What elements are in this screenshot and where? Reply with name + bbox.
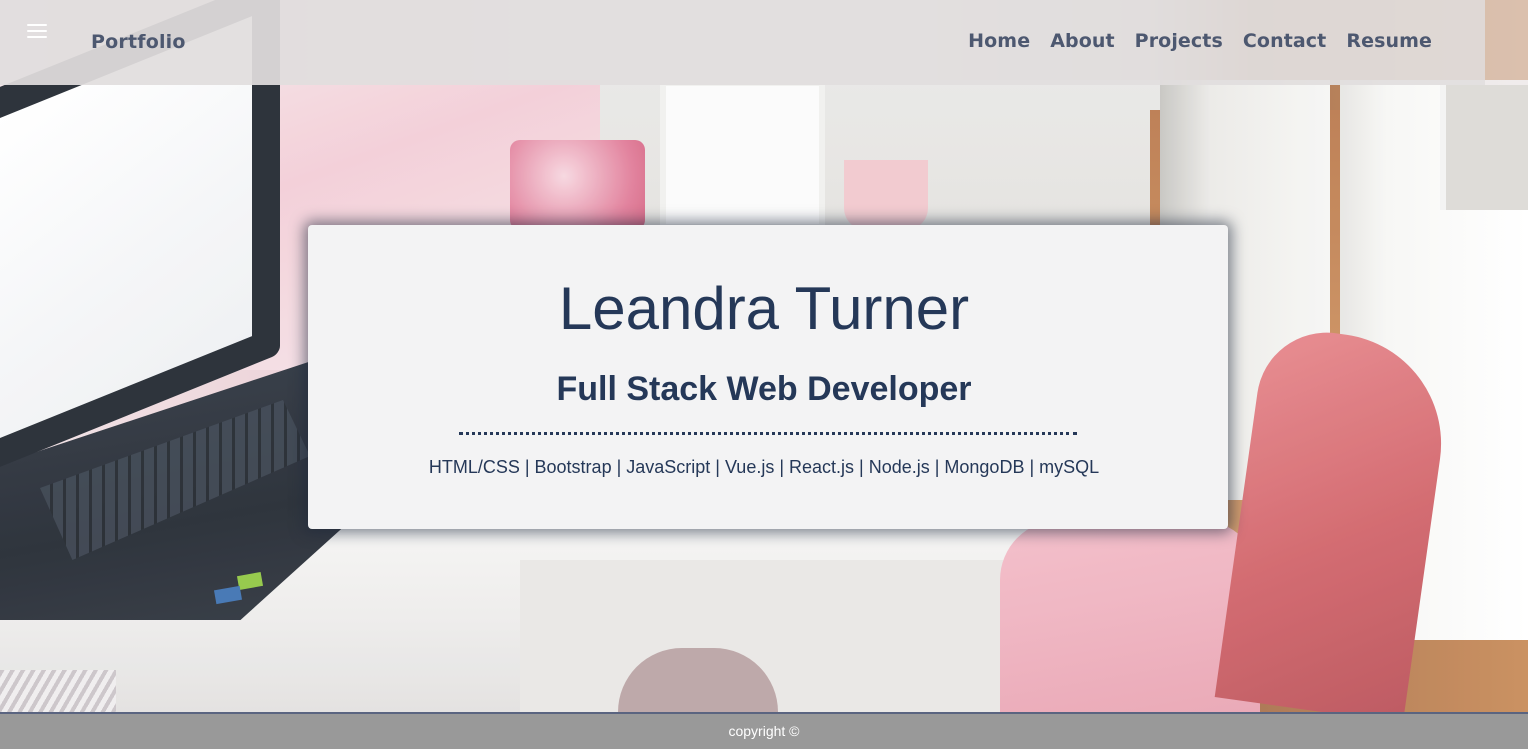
top-navbar: Portfolio Home About Projects Contact Re…: [0, 0, 1485, 85]
brand-link[interactable]: Portfolio: [91, 31, 186, 53]
nav-link-resume[interactable]: Resume: [1346, 30, 1432, 52]
hero-name: Leandra Turner: [558, 275, 970, 342]
page-footer: copyright ©: [0, 712, 1528, 749]
nav-link-home[interactable]: Home: [968, 30, 1030, 52]
hamburger-menu-icon[interactable]: [27, 24, 47, 40]
navbar-edge: [1485, 0, 1528, 85]
nav-links: Home About Projects Contact Resume: [948, 30, 1432, 52]
nav-link-projects[interactable]: Projects: [1135, 30, 1223, 52]
hero-divider: [459, 432, 1077, 435]
footer-copyright: copyright ©: [728, 723, 800, 739]
nav-link-about[interactable]: About: [1050, 30, 1114, 52]
nav-link-contact[interactable]: Contact: [1243, 30, 1326, 52]
hero-skills: HTML/CSS | Bootstrap | JavaScript | Vue.…: [428, 457, 1100, 477]
hero-title: Full Stack Web Developer: [556, 370, 972, 408]
